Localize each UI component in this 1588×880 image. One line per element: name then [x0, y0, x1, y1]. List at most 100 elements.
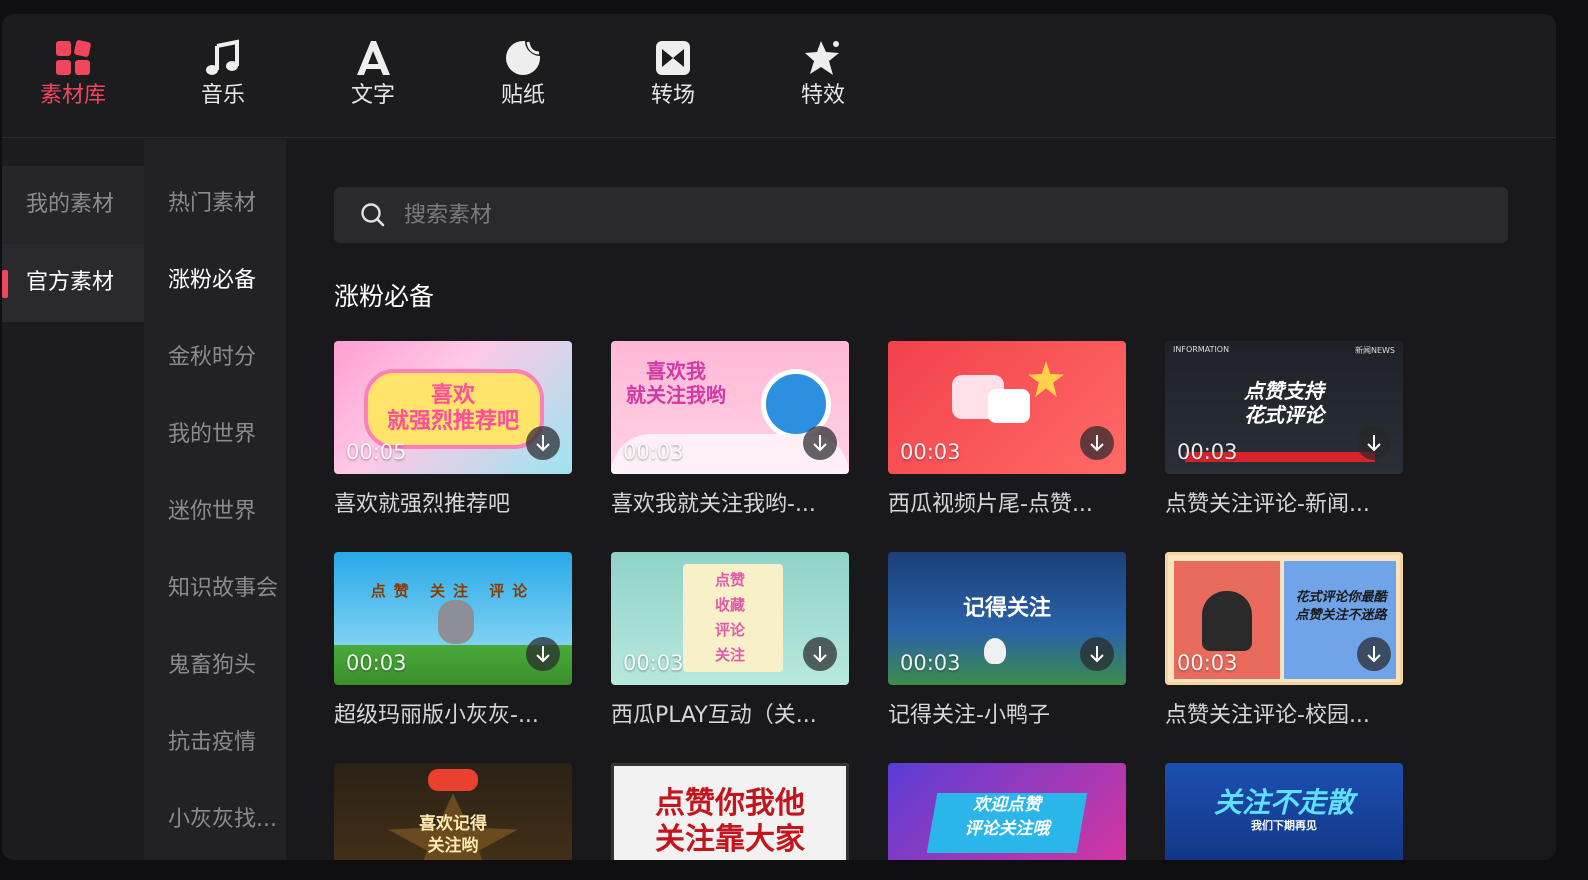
category-item-knowledge[interactable]: 知识故事会 [168, 572, 278, 606]
category-item-wolf[interactable]: 小灰灰找... [168, 803, 277, 837]
sticker-icon [506, 41, 540, 75]
material-library-window: 素材库 音乐 文字 贴纸 转场 特效 我的素材 官方素材 热门素材 涨粉必备 金… [2, 14, 1556, 860]
sidebar-item-official-materials[interactable]: 官方素材 [2, 244, 144, 322]
star-shape [1028, 361, 1064, 397]
material-card[interactable]: 00:03 西瓜视频片尾-点赞... [888, 341, 1126, 518]
thumbnail-caption-right: 新闻NEWS [1354, 346, 1395, 355]
tab-transition[interactable]: 转场 [618, 38, 728, 128]
download-button[interactable] [803, 426, 837, 460]
material-name: 喜欢我就关注我哟-... [611, 492, 816, 517]
material-thumbnail[interactable]: 记得关注 00:03 [888, 552, 1126, 685]
tab-text[interactable]: 文字 [318, 38, 428, 128]
transition-icon [656, 41, 690, 75]
top-tab-bar: 素材库 音乐 文字 贴纸 转场 特效 [2, 14, 1556, 138]
primary-sidebar: 我的素材 官方素材 [2, 139, 144, 860]
tab-sticker[interactable]: 贴纸 [468, 38, 578, 128]
sidebar-item-my-materials[interactable]: 我的素材 [2, 166, 144, 244]
material-name: 超级玛丽版小灰灰-... [334, 703, 539, 728]
duration-label: 00:03 [900, 440, 961, 464]
search-bar[interactable] [334, 187, 1508, 243]
download-button[interactable] [1080, 637, 1114, 671]
material-thumbnail[interactable]: 点赞你我他 关注靠大家 [611, 763, 849, 860]
material-card[interactable]: 喜欢 就强烈推荐吧 00:05 喜欢就强烈推荐吧 [334, 341, 572, 518]
download-button[interactable] [526, 637, 560, 671]
category-item-minecraft[interactable]: 我的世界 [168, 418, 256, 452]
material-card[interactable]: 关注不走散 我们下期再见 [1165, 763, 1403, 860]
thumbnail-title: 点赞你我他 关注靠大家 [655, 786, 805, 857]
material-name: 点赞关注评论-新闻... [1165, 492, 1370, 517]
thumbnail-subtitle: 我们下期再见 [1251, 819, 1317, 832]
download-button[interactable] [803, 637, 837, 671]
thumbnail-title: 关注不走散 [1213, 786, 1354, 819]
material-thumbnail[interactable]: 点赞 收藏 评论 关注 00:03 [611, 552, 849, 685]
duration-label: 00:03 [346, 651, 407, 675]
material-card[interactable]: 点赞 关注 评论 00:03 超级玛丽版小灰灰-... [334, 552, 572, 729]
material-thumbnail[interactable]: 花式评论你最酷 点赞关注不迷路 00:03 [1165, 552, 1403, 685]
download-button[interactable] [1357, 637, 1391, 671]
music-note-icon [206, 39, 239, 75]
material-thumbnail[interactable]: 喜欢 就强烈推荐吧 00:05 [334, 341, 572, 474]
like-badge-shape [428, 769, 478, 791]
tab-effects[interactable]: 特效 [768, 38, 878, 128]
material-name: 西瓜视频片尾-点赞... [888, 492, 1093, 517]
thumbnail-art: 关注不走散 我们下期再见 [1165, 763, 1403, 860]
duration-label: 00:03 [623, 651, 684, 675]
tab-label: 贴纸 [500, 83, 545, 108]
category-item-doge[interactable]: 鬼畜狗头 [168, 649, 256, 683]
thumbnail-title: 点赞 关注 评论 [370, 582, 536, 600]
material-card[interactable]: 欢迎点赞 评论关注哦 [888, 763, 1126, 860]
material-thumbnail[interactable]: 00:03 [888, 341, 1126, 474]
material-card[interactable]: INFORMATION 新闻NEWS 点赞支持 花式评论 00:03 点赞关注评… [1165, 341, 1403, 518]
download-icon [813, 646, 827, 663]
material-thumbnail[interactable]: 点赞 关注 评论 00:03 [334, 552, 572, 685]
tab-label: 音乐 [200, 83, 245, 108]
material-card[interactable]: 喜欢记得 关注哟 [334, 763, 572, 860]
material-thumbnail[interactable]: INFORMATION 新闻NEWS 点赞支持 花式评论 00:03 [1165, 341, 1403, 474]
material-thumbnail[interactable]: 欢迎点赞 评论关注哦 [888, 763, 1126, 860]
character-shape [1202, 591, 1252, 651]
thumbnail-title: 点赞支持 花式评论 [1244, 379, 1324, 427]
material-thumbnail[interactable]: 关注不走散 我们下期再见 [1165, 763, 1403, 860]
duration-label: 00:03 [900, 651, 961, 675]
category-item-hot[interactable]: 热门素材 [168, 187, 256, 221]
material-card[interactable]: 点赞你我他 关注靠大家 [611, 763, 849, 860]
download-button[interactable] [526, 426, 560, 460]
download-icon [1367, 646, 1381, 663]
search-input[interactable] [404, 195, 1484, 235]
thumbnail-art: 欢迎点赞 评论关注哦 [888, 763, 1126, 860]
tab-material-library[interactable]: 素材库 [18, 38, 128, 128]
duck-shape [984, 638, 1006, 664]
text-a-icon [357, 41, 390, 75]
material-card[interactable]: 花式评论你最酷 点赞关注不迷路 00:03 点赞关注评论-校园... [1165, 552, 1403, 729]
category-item-fans[interactable]: 涨粉必备 [168, 264, 256, 298]
material-card[interactable]: 喜欢我 就关注我哟 00:03 喜欢我就关注我哟-... [611, 341, 849, 518]
material-library-icon [56, 40, 91, 75]
material-name: 喜欢就强烈推荐吧 [334, 492, 511, 517]
download-icon [1367, 435, 1381, 452]
duration-label: 00:05 [346, 440, 407, 464]
material-name: 点赞关注评论-校园... [1165, 703, 1370, 728]
category-item-mini-world[interactable]: 迷你世界 [168, 495, 256, 529]
thumbnail-art: 点赞你我他 关注靠大家 [611, 763, 849, 860]
thumbnail-art: 喜欢记得 关注哟 [334, 763, 572, 860]
tab-music[interactable]: 音乐 [168, 38, 278, 128]
thumbnail-caption-left: INFORMATION [1173, 345, 1230, 354]
thumbnail-title: 喜欢记得 关注哟 [419, 814, 487, 856]
download-button[interactable] [1357, 426, 1391, 460]
section-title: 涨粉必备 [334, 282, 435, 311]
category-item-epidemic[interactable]: 抗击疫情 [168, 726, 256, 760]
thumbnail-title: 喜欢我 就关注我哟 [626, 359, 726, 407]
duration-label: 00:03 [1177, 651, 1238, 675]
material-card[interactable]: 点赞 收藏 评论 关注 00:03 西瓜PLAY互动（关... [611, 552, 849, 729]
thumbnail-title: 欢迎点赞 评论关注哦 [964, 795, 1050, 839]
material-card[interactable]: 记得关注 00:03 记得关注-小鸭子 [888, 552, 1126, 729]
category-item-autumn[interactable]: 金秋时分 [168, 341, 256, 375]
material-name: 记得关注-小鸭子 [888, 703, 1050, 728]
thumbnail-title: 记得关注 [962, 596, 1051, 621]
duration-label: 00:03 [623, 440, 684, 464]
search-icon [361, 203, 385, 227]
download-icon [536, 646, 550, 663]
download-button[interactable] [1080, 426, 1114, 460]
material-thumbnail[interactable]: 喜欢记得 关注哟 [334, 763, 572, 860]
material-thumbnail[interactable]: 喜欢我 就关注我哟 00:03 [611, 341, 849, 474]
